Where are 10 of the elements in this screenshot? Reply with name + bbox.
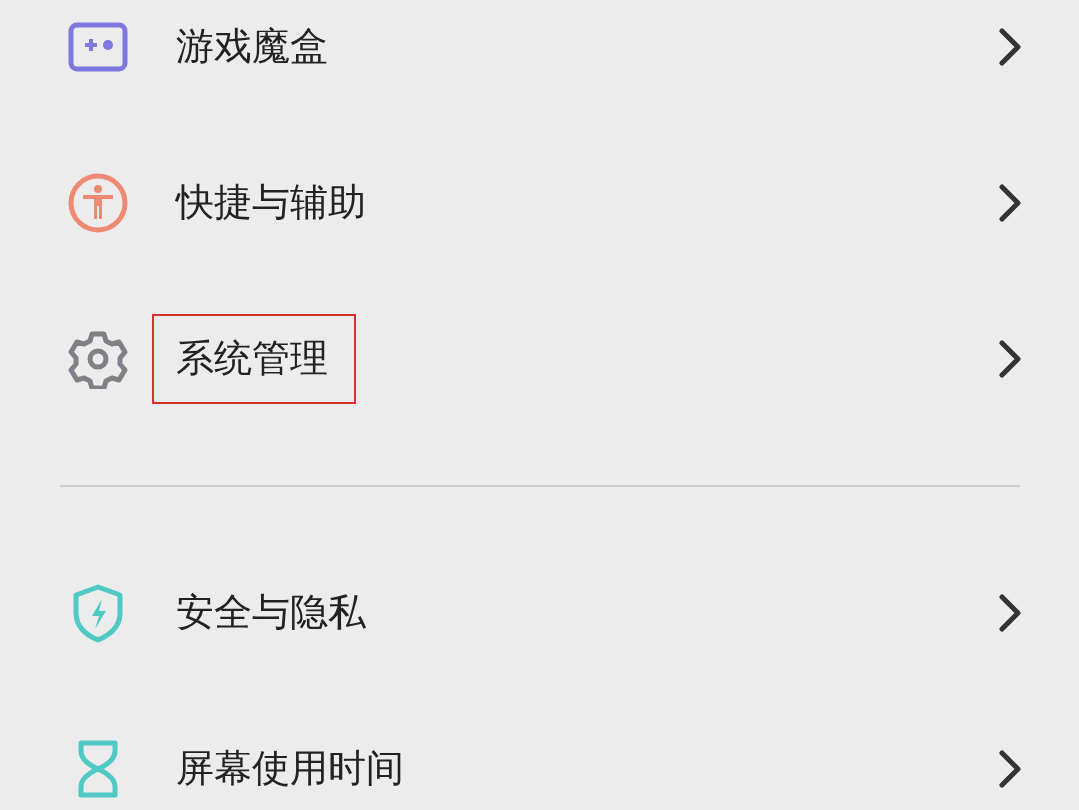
chevron-right-icon	[999, 750, 1021, 788]
item-label[interactable]: 游戏魔盒	[152, 12, 356, 82]
item-label[interactable]: 安全与隐私	[152, 578, 394, 648]
chevron-right-icon	[999, 594, 1021, 632]
item-label[interactable]: 屏幕使用时间	[152, 734, 432, 804]
chevron-right-icon	[999, 340, 1021, 378]
item-label[interactable]: 系统管理	[152, 314, 356, 404]
item-label[interactable]: 快捷与辅助	[152, 168, 394, 238]
chevron-right-icon	[999, 28, 1021, 66]
chevron-right-icon	[999, 184, 1021, 222]
